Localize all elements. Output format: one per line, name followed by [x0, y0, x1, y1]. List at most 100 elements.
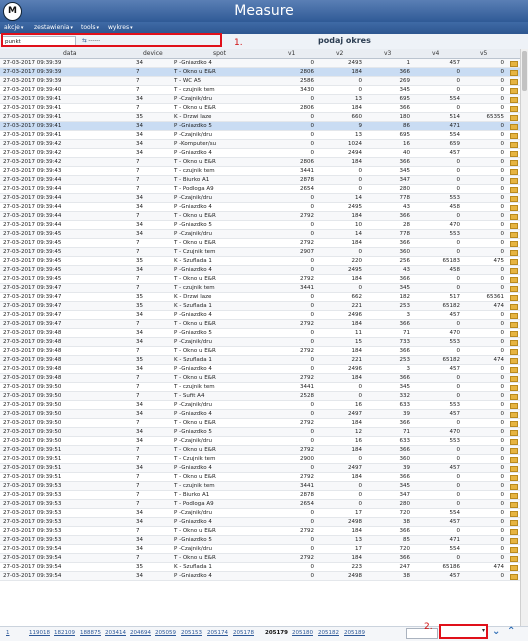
- table-row[interactable]: 27-03-2017 09:39:53 7 T - Okno u E&R 2792 18…: [0, 527, 520, 536]
- column-header-device[interactable]: device: [143, 49, 163, 58]
- page-link[interactable]: 1: [6, 630, 10, 636]
- table-row[interactable]: 27-03-2017 09:39:41 35 K - Drzwi laze 0 660 1…: [0, 113, 520, 122]
- cell-v5: 0: [500, 339, 505, 345]
- table-row[interactable]: 27-03-2017 09:39:53 34 P -Gniazdko 4 0 2498 3…: [0, 518, 520, 527]
- table-row[interactable]: 27-03-2017 09:39:40 7 T - czujnik tem 3430 0…: [0, 86, 520, 95]
- page-link[interactable]: 182109: [54, 630, 75, 636]
- column-header-v4[interactable]: v4: [432, 49, 439, 58]
- vertical-scrollbar[interactable]: [520, 49, 528, 626]
- table-row[interactable]: 27-03-2017 09:39:42 7 T - Okno u E&R 2806 18…: [0, 158, 520, 167]
- column-header-v2[interactable]: v2: [336, 49, 343, 58]
- cell-v4: 0: [456, 492, 461, 498]
- cell-v2: 184: [351, 528, 363, 534]
- next-page-icon[interactable]: ⌄: [492, 626, 500, 637]
- scrollbar-thumb[interactable]: [522, 51, 527, 91]
- cell-v5: 0: [500, 546, 505, 552]
- table-row[interactable]: 27-03-2017 09:39:45 7 T - Okno u E&R 2792 18…: [0, 239, 520, 248]
- table-row[interactable]: 27-03-2017 09:39:47 7 T - czujnik tem 3441 0…: [0, 284, 520, 293]
- table-row[interactable]: 27-03-2017 09:39:47 35 K - Szuflada 1 0 221 2…: [0, 302, 520, 311]
- table-row[interactable]: 27-03-2017 09:39:39 7 T - Okno u E&R 2806 18…: [0, 68, 520, 77]
- table-row[interactable]: 27-03-2017 09:39:44 7 T - Podloga A9 2654 0 2…: [0, 185, 520, 194]
- table-row[interactable]: 27-03-2017 09:39:41 34 P -Gniazdko 5 0 9 86 47…: [0, 122, 520, 131]
- table-row[interactable]: 27-03-2017 09:39:54 34 P -Gniazdko 4 0 2498 3…: [0, 572, 520, 581]
- table-row[interactable]: 27-03-2017 09:39:48 34 P -Gniazdko 5 0 11 71 4…: [0, 329, 520, 338]
- table-row[interactable]: 27-03-2017 09:39:42 34 P -Komputer/su 0 1024…: [0, 140, 520, 149]
- table-row[interactable]: 27-03-2017 09:39:44 7 T - Biurko A1 2878 0 34…: [0, 176, 520, 185]
- page-size-select[interactable]: [406, 628, 438, 639]
- table-row[interactable]: 27-03-2017 09:39:39 34 P -Gniazdko 4 0 2493 1…: [0, 59, 520, 68]
- cell-device: 7: [136, 384, 140, 390]
- table-row[interactable]: 27-03-2017 09:39:47 35 K - Drzwi laze 0 662 1…: [0, 293, 520, 302]
- table-row[interactable]: 27-03-2017 09:39:41 34 P -Czajnik/dru 0 13 69…: [0, 131, 520, 140]
- table-row[interactable]: 27-03-2017 09:39:53 34 P -Czajnik/dru 0 17 72…: [0, 509, 520, 518]
- page-link[interactable]: 205182: [318, 630, 339, 636]
- annotation-box-2[interactable]: ▾: [439, 624, 488, 639]
- cell-spot: P -Gniazdko 4: [174, 519, 212, 525]
- table-row[interactable]: 27-03-2017 09:39:50 34 P -Czajnik/dru 0 16 63…: [0, 401, 520, 410]
- table-row[interactable]: 27-03-2017 09:39:48 7 T - Okno u E&R 2792 18…: [0, 347, 520, 356]
- folder-icon-shape: [510, 276, 518, 283]
- cell-device: 34: [136, 429, 143, 435]
- table-row[interactable]: 27-03-2017 09:39:39 7 T - WC A5 2586 0 269 0 0: [0, 77, 520, 86]
- table-row[interactable]: 27-03-2017 09:39:50 7 T - Okno u E&R 2792 18…: [0, 419, 520, 428]
- cell-v4: 554: [449, 510, 461, 516]
- table-row[interactable]: 27-03-2017 09:39:50 7 T - czujnik tem 3441 0…: [0, 383, 520, 392]
- page-link[interactable]: 203414: [105, 630, 126, 636]
- page-link[interactable]: 205059: [155, 630, 176, 636]
- table-row[interactable]: 27-03-2017 09:39:44 34 P -Gniazdko 5 0 10 28 4…: [0, 221, 520, 230]
- cell-v2: 12: [355, 429, 362, 435]
- table-row[interactable]: 27-03-2017 09:39:54 7 T - Okno u E&R 2792 18…: [0, 554, 520, 563]
- table-row[interactable]: 27-03-2017 09:39:48 34 P -Czajnik/dru 0 15 73…: [0, 338, 520, 347]
- column-header-v3[interactable]: v3: [384, 49, 391, 58]
- table-row[interactable]: 27-03-2017 09:39:41 7 T - Okno u E&R 2806 18…: [0, 104, 520, 113]
- column-header-v1[interactable]: v1: [288, 49, 295, 58]
- page-link[interactable]: 204694: [130, 630, 151, 636]
- table-row[interactable]: 27-03-2017 09:39:43 7 T - czujnik tem 3441 0…: [0, 167, 520, 176]
- table-row[interactable]: 27-03-2017 09:39:50 34 P -Gniazdko 4 0 2497 3…: [0, 410, 520, 419]
- table-row[interactable]: 27-03-2017 09:39:45 7 T - Okno u E&R 2792 18…: [0, 275, 520, 284]
- column-header-data[interactable]: data: [63, 49, 77, 58]
- table-row[interactable]: 27-03-2017 09:39:50 7 T - Sufit A4 2528 0 332…: [0, 392, 520, 401]
- folder-icon-shape: [510, 420, 518, 427]
- current-page[interactable]: 205179: [265, 630, 288, 636]
- table-row[interactable]: 27-03-2017 09:39:41 34 P -Czajnik/dru 0 13 69…: [0, 95, 520, 104]
- table-row[interactable]: 27-03-2017 09:39:54 34 P -Czajnik/dru 0 17 72…: [0, 545, 520, 554]
- table-row[interactable]: 27-03-2017 09:39:45 34 P -Czajnik/dru 0 14 77…: [0, 230, 520, 239]
- table-row[interactable]: 27-03-2017 09:39:45 35 K - Szuflada 1 0 220 2…: [0, 257, 520, 266]
- table-row[interactable]: 27-03-2017 09:39:53 34 P -Gniazdko 5 0 13 85 4…: [0, 536, 520, 545]
- table-row[interactable]: 27-03-2017 09:39:45 7 T - Czujnik tem 2907 0…: [0, 248, 520, 257]
- previous-page-icon[interactable]: ⌃: [507, 626, 515, 637]
- table-row[interactable]: 27-03-2017 09:39:51 7 T - Okno u E&R 2792 18…: [0, 473, 520, 482]
- table-row[interactable]: 27-03-2017 09:39:51 7 T - Czujnik tem 2900 0…: [0, 455, 520, 464]
- page-link[interactable]: 119018: [29, 630, 50, 636]
- table-row[interactable]: 27-03-2017 09:39:51 34 P -Gniazdko 4 0 2497 3…: [0, 464, 520, 473]
- table-row[interactable]: 27-03-2017 09:39:48 7 T - Okno u E&R 2792 18…: [0, 374, 520, 383]
- table-row[interactable]: 27-03-2017 09:39:47 34 P -Gniazdko 4 0 2496 3…: [0, 311, 520, 320]
- table-row[interactable]: 27-03-2017 09:39:54 35 K - Szuflada 1 0 223 2…: [0, 563, 520, 572]
- page-link[interactable]: 205180: [292, 630, 313, 636]
- column-header-v5[interactable]: v5: [480, 49, 487, 58]
- table-row[interactable]: 27-03-2017 09:39:44 34 P -Gniazdko 4 0 2495 4…: [0, 203, 520, 212]
- page-link[interactable]: 205189: [344, 630, 365, 636]
- column-header-spot[interactable]: spot: [213, 49, 226, 58]
- table-row[interactable]: 27-03-2017 09:39:51 7 T - Okno u E&R 2792 18…: [0, 446, 520, 455]
- table-row[interactable]: 27-03-2017 09:39:50 34 P -Gniazdko 5 0 12 71 4…: [0, 428, 520, 437]
- cell-v1: 0: [310, 339, 315, 345]
- table-row[interactable]: 27-03-2017 09:39:53 7 T - czujnik tem 3441 0…: [0, 482, 520, 491]
- table-row[interactable]: 27-03-2017 09:39:50 34 P -Czajnik/dru 0 16 63…: [0, 437, 520, 446]
- page-link[interactable]: 205178: [233, 630, 254, 636]
- table-row[interactable]: 27-03-2017 09:39:53 7 T - Biurko A1 2878 0 34…: [0, 491, 520, 500]
- page-link[interactable]: 205174: [207, 630, 228, 636]
- table-row[interactable]: 27-03-2017 09:39:45 34 P -Gniazdko 4 0 2495 4…: [0, 266, 520, 275]
- table-row[interactable]: 27-03-2017 09:39:42 34 P -Gniazdko 4 0 2494 4…: [0, 149, 520, 158]
- table-row[interactable]: 27-03-2017 09:39:44 34 P -Czajnik/dru 0 14 77…: [0, 194, 520, 203]
- table-row[interactable]: 27-03-2017 09:39:47 7 T - Okno u E&R 2792 18…: [0, 320, 520, 329]
- page-link[interactable]: 188875: [80, 630, 101, 636]
- table-row[interactable]: 27-03-2017 09:39:44 7 T - Okno u E&R 2792 18…: [0, 212, 520, 221]
- table-row[interactable]: 27-03-2017 09:39:53 7 T - Podloga A9 2654 0 2…: [0, 500, 520, 509]
- podaj-okres-button[interactable]: podaj okres: [318, 36, 371, 45]
- table-row[interactable]: 27-03-2017 09:39:48 35 K - Szuflada 1 0 221 2…: [0, 356, 520, 365]
- folder-icon[interactable]: [510, 572, 518, 583]
- page-link[interactable]: 205153: [181, 630, 202, 636]
- table-row[interactable]: 27-03-2017 09:39:48 34 P -Gniazdko 4 0 2496 3…: [0, 365, 520, 374]
